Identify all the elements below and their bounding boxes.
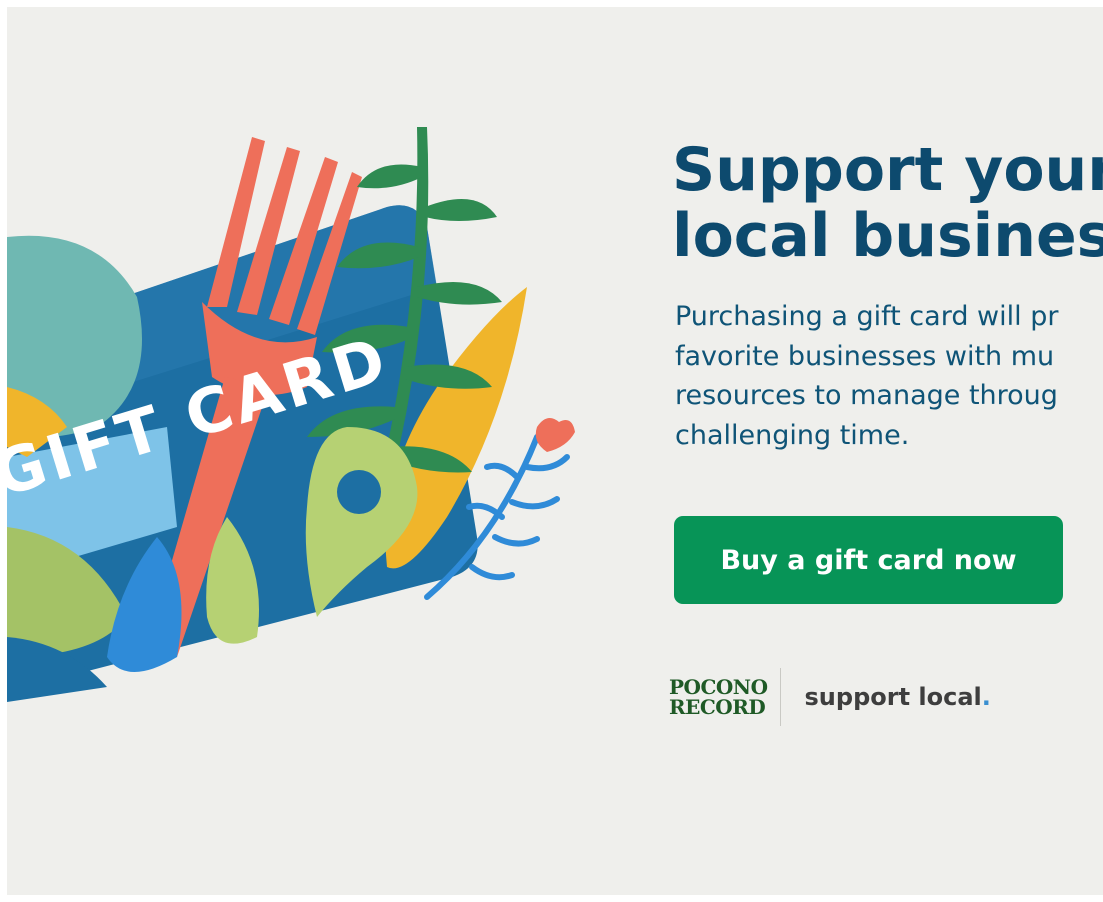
body-line: favorite businesses with mu xyxy=(675,340,1055,372)
body-text: Purchasing a gift card will pr favorite … xyxy=(675,297,1058,455)
body-line: Purchasing a gift card will pr xyxy=(675,301,1059,332)
headline: Support your local business xyxy=(672,137,1103,269)
support-local-logo: support local. xyxy=(804,683,991,711)
gift-card-illustration: GIFT CARD xyxy=(7,97,607,717)
divider xyxy=(779,668,781,726)
headline-line: Support your xyxy=(672,135,1103,205)
buy-gift-card-button[interactable]: Buy a gift card now xyxy=(674,516,1063,604)
headline-line: local business xyxy=(672,201,1103,271)
pocono-record-logo[interactable]: POCONO RECORD xyxy=(669,677,768,717)
body-line: challenging time. xyxy=(675,419,910,451)
body-line: resources to manage throug xyxy=(675,380,1058,411)
brand-footer: POCONO RECORD support local. xyxy=(669,667,991,727)
promo-banner: GIFT CARD Support your local business Pu… xyxy=(7,7,1103,895)
